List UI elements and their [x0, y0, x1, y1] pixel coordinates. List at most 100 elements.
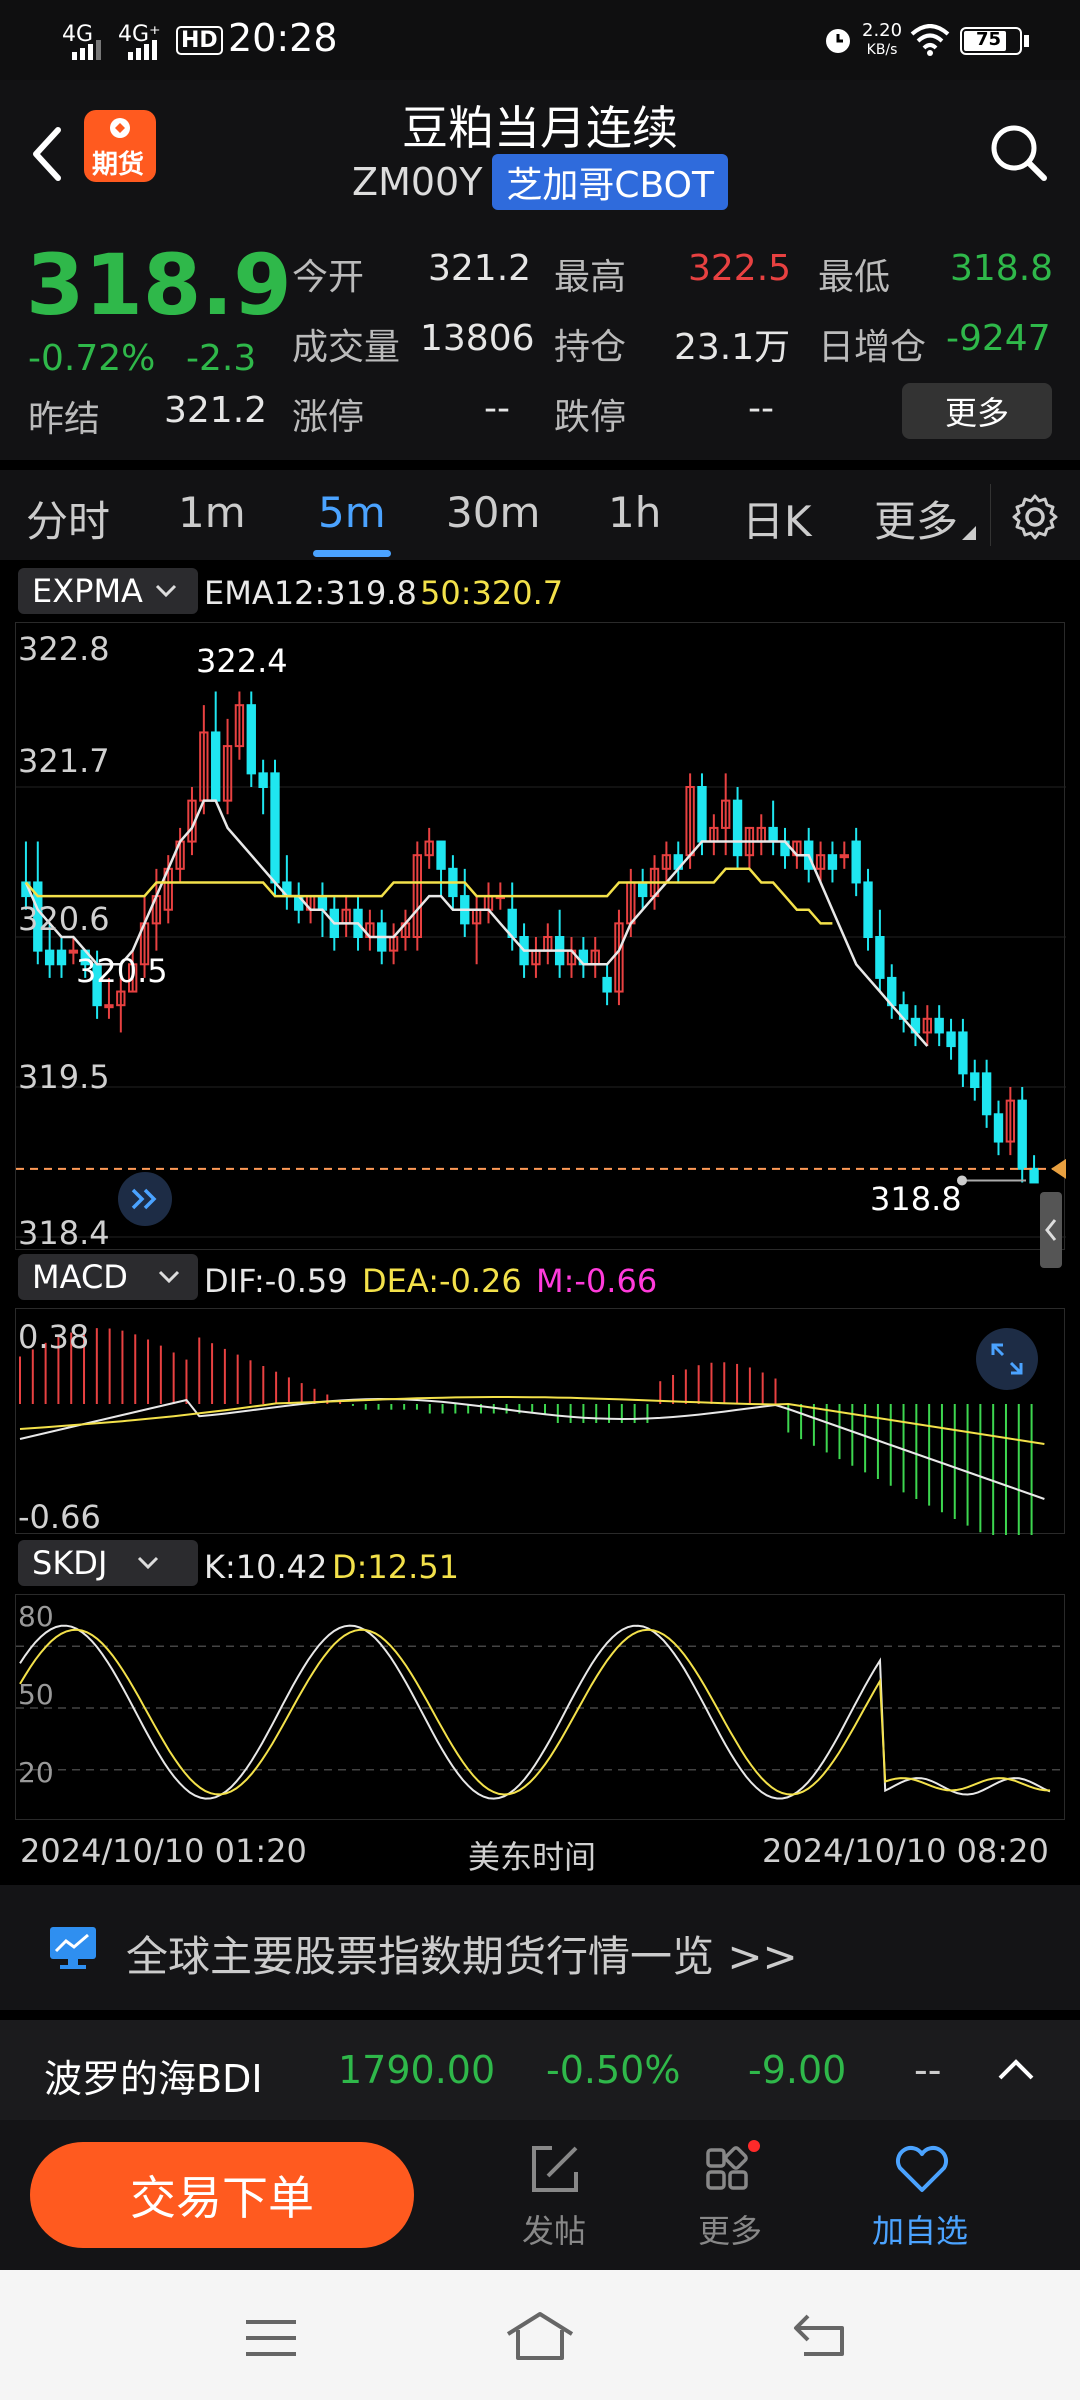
trade-order-button[interactable]: 交易下单	[30, 2142, 414, 2248]
ema12-readout: EMA12:319.8	[204, 574, 417, 612]
open-label: 今开	[292, 257, 365, 298]
candle-body	[768, 826, 778, 843]
prev-settle-label: 昨结	[28, 399, 101, 440]
candle-body	[958, 1031, 968, 1075]
skdj-name: SKDJ	[32, 1544, 108, 1582]
high-value: 322.5	[688, 248, 792, 289]
high-label: 最高	[554, 257, 627, 298]
last-price: 318.9	[26, 236, 292, 334]
index-futures-banner[interactable]: 全球主要股票指数期货行情一览 >>	[0, 1885, 1080, 2010]
tab-1m[interactable]: 1m	[178, 488, 246, 537]
ticker-extra: --	[914, 2048, 942, 2092]
ticker-percent: -0.50%	[546, 2048, 681, 2092]
edit-post-icon	[532, 2146, 578, 2192]
wifi-icon	[910, 24, 950, 56]
scroll-latest-button[interactable]	[118, 1172, 172, 1226]
skdj-d: D:12.51	[332, 1548, 460, 1586]
skdj-level-80: 80	[18, 1600, 54, 1633]
search-icon[interactable]	[986, 120, 1050, 184]
main-indicator-select[interactable]: EXPMA	[18, 568, 198, 614]
skdj-select[interactable]: SKDJ	[18, 1540, 198, 1586]
macd-m: M:-0.66	[536, 1262, 658, 1300]
index-ticker[interactable]: 波罗的海BDI 1790.00 -0.50% -9.00 --	[0, 2020, 1080, 2120]
main-chart-frame[interactable]	[15, 622, 1066, 1250]
system-nav-bar	[0, 2270, 1080, 2400]
y-tick-2: 321.7	[18, 742, 110, 780]
open-interest-value: 23.1万	[674, 327, 791, 368]
chevron-left-icon	[1045, 1219, 1057, 1241]
tab-30m[interactable]: 30m	[446, 488, 540, 537]
candle-body	[211, 731, 221, 802]
low-label: 最低	[818, 257, 891, 298]
expand-icon	[991, 1343, 1023, 1375]
candle-body	[56, 949, 67, 966]
macd-bottom-label: -0.66	[18, 1498, 101, 1536]
candle-body	[602, 976, 612, 993]
more-actions-button[interactable]: 更多	[686, 2136, 776, 2256]
main-indicator-name: EXPMA	[32, 572, 143, 610]
post-label: 发帖	[522, 2212, 587, 2250]
candle-body	[875, 936, 885, 979]
skdj-chart	[16, 1624, 1066, 1800]
apps-grid-icon	[706, 2140, 760, 2190]
tab-1h[interactable]: 1h	[608, 488, 661, 537]
menu-icon[interactable]	[244, 2318, 298, 2358]
banner-text: 全球主要股票指数期货行情一览 >>	[126, 1932, 798, 1981]
ema50-readout: 50:320.7	[420, 574, 564, 612]
tab-divider	[990, 484, 991, 546]
candle-body	[1029, 1167, 1039, 1184]
tab-more[interactable]: 更多	[874, 488, 958, 549]
hd-badge: HD	[176, 26, 223, 55]
tab-daily[interactable]: 日K	[742, 488, 812, 549]
limit-down-label: 跌停	[554, 397, 627, 438]
skdj-level-50: 50	[18, 1678, 54, 1711]
page-title: 豆粕当月连续	[402, 101, 678, 155]
candle-body	[436, 840, 446, 870]
candle-body	[317, 895, 328, 911]
limit-down-value: --	[748, 388, 774, 429]
chevron-up-icon[interactable]	[996, 2056, 1036, 2082]
chart-collapse-handle[interactable]	[1040, 1192, 1062, 1268]
candle-body	[946, 1031, 956, 1048]
chevron-down-icon	[155, 584, 176, 598]
skdj-frame	[15, 1594, 1066, 1820]
candle-body	[981, 1072, 992, 1116]
fullscreen-button[interactable]	[976, 1328, 1038, 1390]
home-icon[interactable]	[504, 2310, 576, 2362]
candle-body	[970, 1072, 980, 1089]
candle-body	[839, 854, 849, 859]
chevron-down-icon	[158, 1270, 179, 1284]
tab-timeshare[interactable]: 分时	[26, 488, 110, 549]
tab-5m[interactable]: 5m	[318, 488, 386, 537]
candle-body	[44, 949, 55, 966]
y-tick-5: 318.4	[18, 1214, 110, 1252]
limit-up-value: --	[484, 388, 510, 429]
candle-body	[732, 799, 743, 857]
instrument-line: ZM00Y 芝加哥CBOT	[0, 154, 1080, 210]
candle-body	[1017, 1099, 1027, 1170]
settings-gear-icon[interactable]	[1010, 492, 1060, 542]
candle-body	[246, 704, 256, 775]
add-watchlist-button[interactable]: 加自选	[866, 2136, 976, 2256]
low-value: 318.8	[950, 248, 1054, 289]
oi-change-value: -9247	[946, 318, 1051, 359]
volume-label: 成交量	[292, 327, 401, 368]
price-marker	[1051, 1158, 1066, 1179]
back-icon[interactable]	[792, 2312, 848, 2358]
signal-icon-2	[128, 40, 157, 60]
monitor-chart-icon	[50, 1927, 96, 1969]
candle-body	[637, 881, 648, 898]
time-axis-start: 2024/10/10 01:20	[20, 1832, 307, 1870]
watchlist-label: 加自选	[872, 2212, 969, 2250]
candle-body	[258, 772, 268, 788]
post-button[interactable]: 发帖	[510, 2136, 600, 2256]
heart-icon	[896, 2146, 948, 2192]
skdj-level-20: 20	[18, 1756, 54, 1789]
macd-chart	[19, 1328, 1045, 1535]
more-quote-button[interactable]: 更多	[902, 383, 1052, 439]
open-interest-label: 持仓	[554, 327, 627, 368]
network-speed: 2.20 KB/s	[862, 22, 902, 59]
macd-top-label: 0.38	[18, 1318, 90, 1356]
candle-body	[827, 854, 838, 870]
macd-select[interactable]: MACD	[18, 1254, 198, 1300]
